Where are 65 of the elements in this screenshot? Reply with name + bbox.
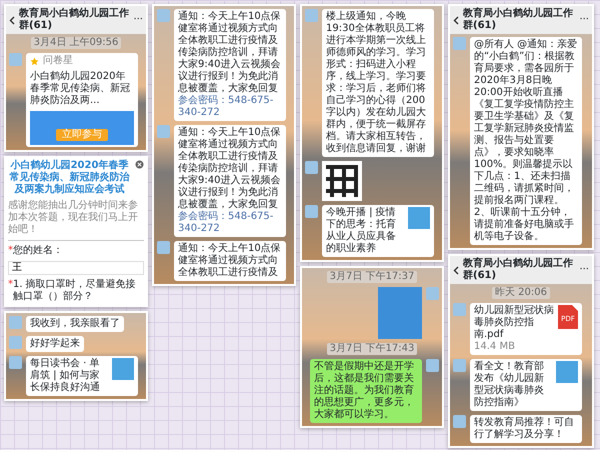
article-card[interactable]: 今晚开播 | 疫情下的思考：托育从业人员应具备的职业素养 — [322, 205, 434, 257]
avatar — [305, 205, 318, 218]
message-bubble: 通知：今天上午10点保健室将通过视频方式向全体教职工进行疫情及 — [174, 241, 286, 281]
source-name: 问卷星 — [43, 55, 73, 67]
avatar — [9, 356, 22, 369]
article-title: 看全文！教育部发布《幼儿园新型冠状病毒肺炎防控指南》 — [474, 361, 545, 409]
star-icon — [30, 56, 39, 66]
message-bubble: 好好学起来 — [26, 336, 84, 352]
required-mark: * — [8, 245, 13, 257]
avatar — [157, 241, 170, 254]
share-card[interactable]: 问卷星 小白鹤幼儿园2020年春季常见传染病、新冠肺炎防治及两... 立即参与 — [26, 53, 138, 147]
chat-title: 教育局小白鹤幼儿园工作群(61) — [463, 258, 574, 282]
message-bubble: 我收到，我亲眼看了 — [26, 316, 124, 332]
more-button[interactable]: ··· — [579, 264, 589, 276]
chat-title: 教育局小白鹤幼儿园工作群(61) — [19, 8, 130, 32]
timestamp: 3月4日 上午09:56 — [30, 37, 122, 49]
avatar — [453, 415, 466, 428]
avatar — [453, 359, 466, 372]
share-title: 小白鹤幼儿园2020年春季常见传染病、新冠肺炎防治及两... — [30, 71, 131, 107]
form-title: 小白鹤幼儿园2020年春季常见传染病、新冠肺炎防治及两案九制应知应会考试 — [8, 160, 130, 196]
message-text: 通知：今天上午10点保健室将通过视频方式向全体教职工进行疫情及传染病防控培训，拜请大家9:40进入云视频会议进行报到！为免此消息被覆盖，大家免回复 — [178, 127, 282, 210]
more-button[interactable]: ··· — [579, 14, 589, 26]
timestamp: 3月7日 下午17:43 — [326, 343, 418, 355]
article-title: 每日读书会 · 单肩筑 | 如何与家长保持良好沟通 — [30, 358, 101, 394]
timestamp: 昨天 20:06 — [492, 287, 550, 299]
article-card[interactable]: 每日读书会 · 单肩筑 | 如何与家长保持良好沟通 — [26, 356, 138, 396]
field-label: 您的姓名： — [13, 245, 63, 257]
message-bubble: 转发教育局推荐！可自行了解学习及分享！ — [470, 415, 582, 443]
avatar — [9, 316, 22, 329]
avatar — [305, 9, 318, 22]
back-icon — [453, 266, 459, 274]
avatar — [157, 9, 170, 22]
qr-code-icon — [322, 161, 362, 201]
message-text: 通知：今天上午10点保健室将通过视频方式向全体教职工进行疫情及传染病防控培训，拜请大家9:40进入云视频会议进行报到！为免此消息被覆盖，大家免回复 — [178, 11, 282, 94]
photo-placeholder — [378, 287, 422, 339]
article-title: 今晚开播 | 疫情下的思考：托育从业人员应具备的职业素养 — [326, 207, 397, 255]
avatar — [9, 53, 22, 66]
back-icon — [9, 16, 15, 24]
avatar — [453, 37, 466, 50]
form-intro: 感谢您能抽出几分钟时间来参加本次答题，现在我们马上开始吧！ — [8, 200, 139, 236]
back-icon — [453, 16, 459, 24]
close-icon — [135, 160, 144, 169]
avatar — [9, 336, 22, 349]
article-card[interactable]: 看全文！教育部发布《幼儿园新型冠状病毒肺炎防控指南》 — [470, 359, 582, 411]
avatar — [426, 359, 439, 372]
required-mark: * — [8, 279, 13, 292]
avatar — [426, 287, 439, 300]
thumbnail — [408, 207, 430, 229]
file-size: 14.4 MB — [474, 341, 516, 353]
name-field[interactable]: 王 — [8, 261, 144, 275]
avatar — [453, 303, 466, 316]
message-bubble: @所有人 @通知：亲爱的“小白鹤”们：根据教育局要求，需各园所于2020年3月8日晚20:00开始收听直播《复工复学疫情防控主要卫生学基础》及《复工复学新冠肺炎疫情监测、报告与处置要点》，要求知晓率100%。则温馨提示以下几点：1、还未扫描二维码，请抓紧时间，提前报名两门课程。2、听课前十五分钟，请提前准备好电脑或手机等电子设备。 — [470, 37, 582, 245]
message-bubble: 不管是假期中还是开学后，这都是我们需要关注的话题。为我们教育的思想更广，更多元，大家都可以学习。 — [310, 359, 422, 423]
thumbnail — [556, 361, 578, 383]
question-text: 1. 摘取口罩时，尽量避免接触口罩（）部分？ — [13, 279, 137, 303]
message-bubble: 楼上级通知，今晚19:30全体教职员工将进行本学期第一次线上师德师风的学习。学习形式：扫码进入小程序，线上学习。学习要求：学习后，老师们将自己学习的心得（200字以内）发在幼儿园大群内，便于统一截屏存档。请大家相互转告，收到信息请回复，谢谢 — [322, 9, 434, 157]
thumbnail — [112, 358, 134, 380]
more-button[interactable]: ··· — [133, 14, 143, 26]
file-name: 幼儿园新型冠状病毒肺炎防控指南.pdf — [474, 305, 554, 341]
meeting-password: 参会密码：548-675-340-272 — [178, 95, 274, 119]
chat-title: 教育局小白鹤幼儿园工作群(61) — [463, 8, 574, 32]
timestamp: 3月7日 下午17:37 — [326, 271, 418, 283]
avatar — [157, 125, 170, 138]
meeting-password: 参会密码：548-675-340-272 — [178, 211, 274, 235]
avatar — [305, 161, 318, 174]
